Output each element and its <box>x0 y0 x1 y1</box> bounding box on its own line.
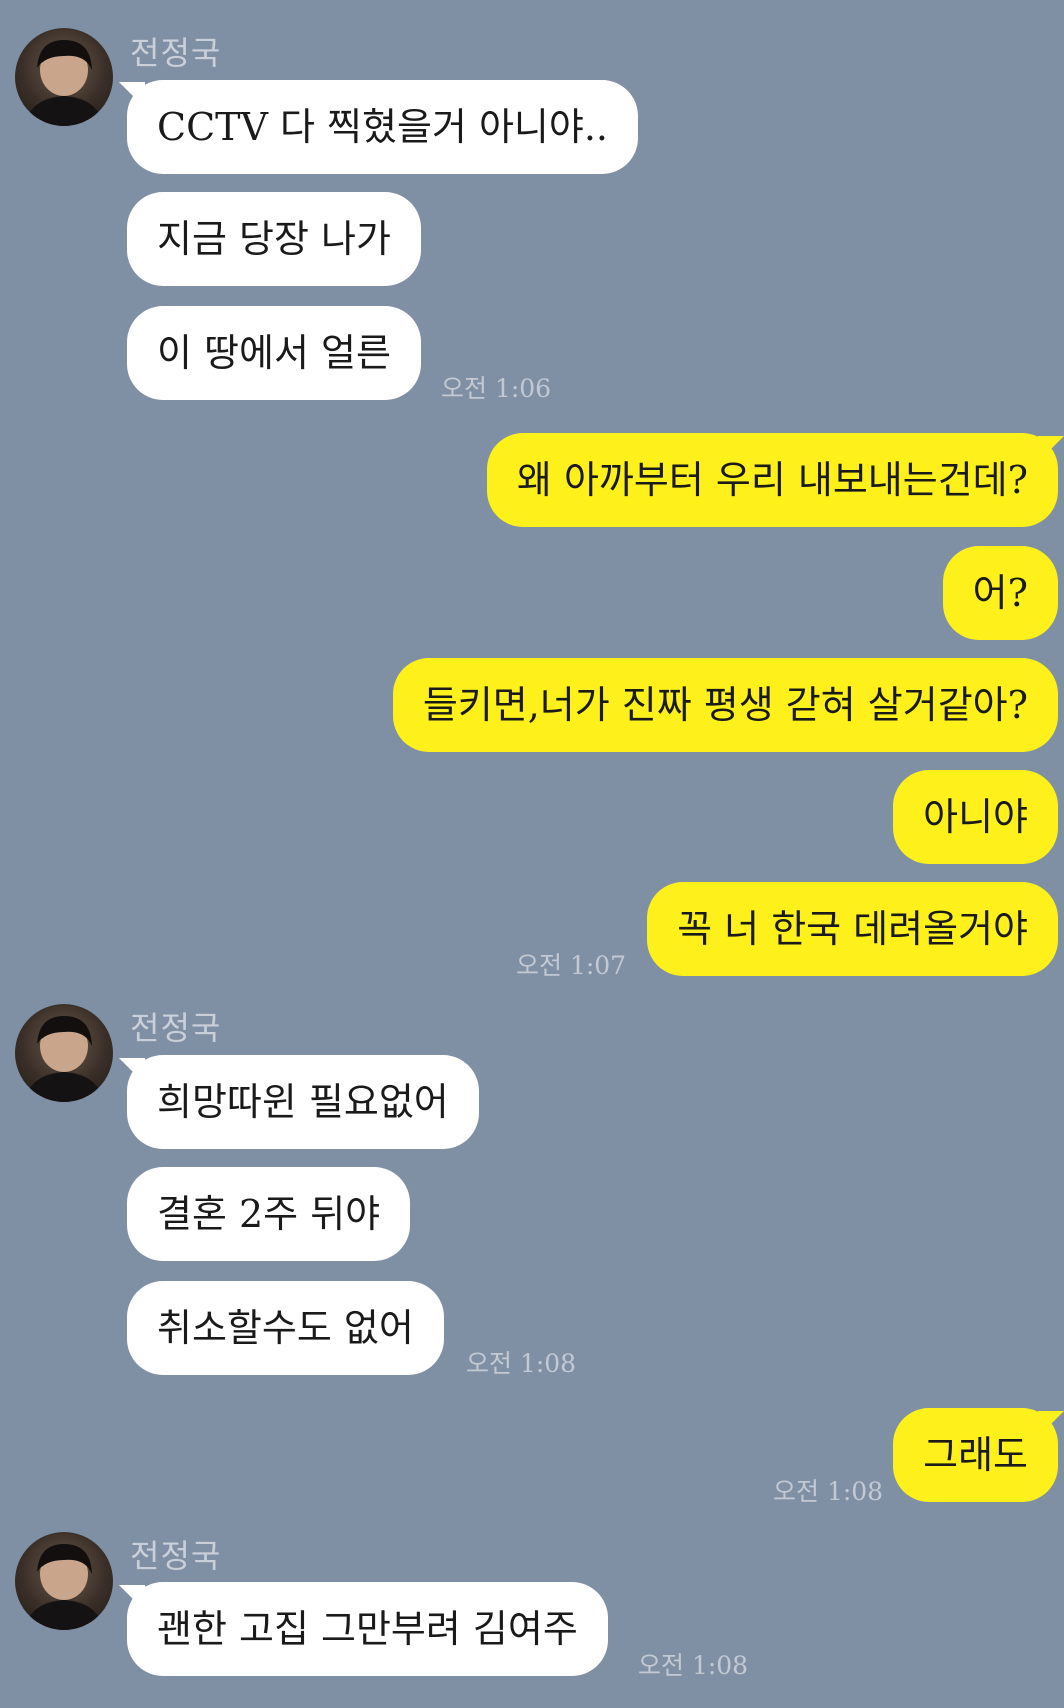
incoming-message-bubble[interactable]: 결혼 2주 뒤야 <box>127 1167 411 1261</box>
outgoing-message-bubble[interactable]: 꼭 너 한국 데려올거야 <box>647 882 1058 976</box>
contact-avatar[interactable] <box>15 28 113 126</box>
avatar-photo-icon <box>23 1544 105 1630</box>
message-timestamp: 오전 1:08 <box>638 1651 749 1680</box>
outgoing-message-bubble[interactable]: 어? <box>942 546 1058 640</box>
message-timestamp: 오전 1:08 <box>773 1477 884 1506</box>
contact-avatar[interactable] <box>15 1004 113 1102</box>
incoming-message-bubble[interactable]: 괜한 고집 그만부려 김여주 <box>127 1582 608 1676</box>
avatar-photo-icon <box>23 40 105 126</box>
incoming-message-bubble[interactable]: 취소할수도 없어 <box>127 1281 444 1375</box>
outgoing-message-bubble[interactable]: 그래도 <box>893 1408 1058 1502</box>
message-timestamp: 오전 1:08 <box>466 1349 577 1378</box>
incoming-message-bubble[interactable]: CCTV 다 찍혔을거 아니야.. <box>127 80 639 174</box>
message-timestamp: 오전 1:07 <box>516 951 627 980</box>
outgoing-message-bubble[interactable]: 왜 아까부터 우리 내보내는건데? <box>486 433 1058 527</box>
sender-name: 전정국 <box>130 34 222 72</box>
incoming-message-bubble[interactable]: 이 땅에서 얼른 <box>127 306 421 400</box>
chat-room: 전정국 CCTV 다 찍혔을거 아니야.. 지금 당장 나가 이 땅에서 얼른 … <box>0 0 1064 1708</box>
avatar-photo-icon <box>23 1016 105 1102</box>
outgoing-message-bubble[interactable]: 들키면,너가 진짜 평생 갇혀 살거같아? <box>392 658 1058 752</box>
sender-name: 전정국 <box>130 1009 222 1047</box>
incoming-message-bubble[interactable]: 지금 당장 나가 <box>127 192 421 286</box>
sender-name: 전정국 <box>130 1537 222 1575</box>
message-timestamp: 오전 1:06 <box>441 374 552 403</box>
contact-avatar[interactable] <box>15 1532 113 1630</box>
incoming-message-bubble[interactable]: 희망따윈 필요없어 <box>127 1055 479 1149</box>
outgoing-message-bubble[interactable]: 아니야 <box>893 770 1058 864</box>
